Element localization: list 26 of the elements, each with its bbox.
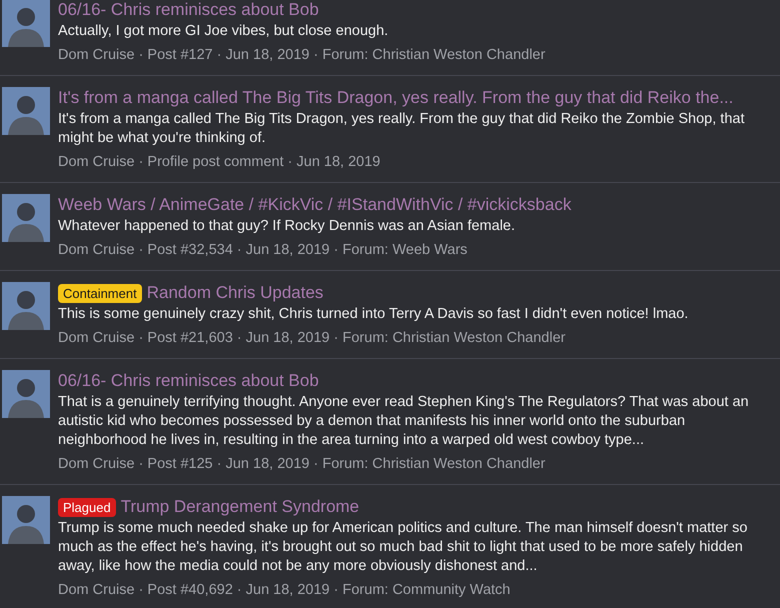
post-meta: Dom Cruise · Post #32,534 · Jun 18, 2019 · Forum: Weeb Wars: [58, 241, 468, 260]
post-meta: Dom Cruise · Post #40,692 · Jun 18, 2019 · Forum: Community Watch: [58, 581, 512, 600]
post-snippet: It's from a manga called The Big Tits Dragon, yes really. From the guy that did Reiko the Zombie Shop, that might be what you're thinking of.: [58, 110, 746, 148]
post-snippet: Whatever happened to that guy? If Rocky Dennis was an Asian female.: [58, 217, 516, 236]
thread-title-link[interactable]: Random Chris Updates: [146, 282, 324, 304]
thread-title-link[interactable]: 06/16- Chris reminisces about Bob: [58, 370, 319, 392]
post-meta: Dom Cruise · Post #127 · Jun 18, 2019 · Forum: Christian Weston Chandler: [58, 46, 546, 65]
post-snippet: That is a genuinely terrifying thought. Anyone ever read Stephen King's The Regulators? That was about an autistic kid who becomes possessed by a demon that manifests his inner world onto the suburban neighborhood he lives in, resulting in the area turning into a warped old west cowboy type...: [58, 393, 750, 450]
avatar-silhouette[interactable]: [2, 194, 50, 242]
thread-title-link[interactable]: 06/16- Chris reminisces about Bob: [58, 0, 319, 21]
thread-prefix-tag[interactable]: Plagued: [58, 498, 116, 516]
thread-title-link[interactable]: It's from a manga called The Big Tits Dragon, yes really. From the guy that did Reiko the...: [58, 87, 734, 109]
post-meta: Dom Cruise · Profile post comment · Jun 18, 2019: [58, 153, 382, 172]
avatar-silhouette[interactable]: [2, 370, 50, 418]
post-snippet: This is some genuinely crazy shit, Chris turned into Terry A Davis so fast I didn't even notice! lmao.: [58, 305, 688, 324]
thread-title-link[interactable]: Weeb Wars / AnimeGate / #KickVic / #IStandWithVic / #vickicksback: [58, 194, 572, 216]
avatar-silhouette[interactable]: [2, 0, 50, 47]
post-meta: Dom Cruise · Post #21,603 · Jun 18, 2019 · Forum: Christian Weston Chandler: [58, 329, 566, 348]
avatar-silhouette[interactable]: [2, 87, 50, 135]
avatar-silhouette[interactable]: [2, 496, 50, 544]
thread-title-link[interactable]: Trump Derangement Syndrome: [120, 496, 360, 518]
post-snippet: Actually, I got more GI Joe vibes, but close enough.: [58, 22, 390, 41]
avatar-silhouette[interactable]: [2, 282, 50, 330]
thread-prefix-tag[interactable]: Containment: [58, 284, 142, 302]
post-snippet: Trump is some much needed shake up for American politics and culture. The man himself doesn't matter so much as the effect he's having, it's brought out so much bad shit to light that used to be more safely hidden away, like how the media could not be any more obviously dishonest and...: [58, 519, 748, 576]
post-meta: Dom Cruise · Post #125 · Jun 18, 2019 · Forum: Christian Weston Chandler: [58, 455, 546, 474]
